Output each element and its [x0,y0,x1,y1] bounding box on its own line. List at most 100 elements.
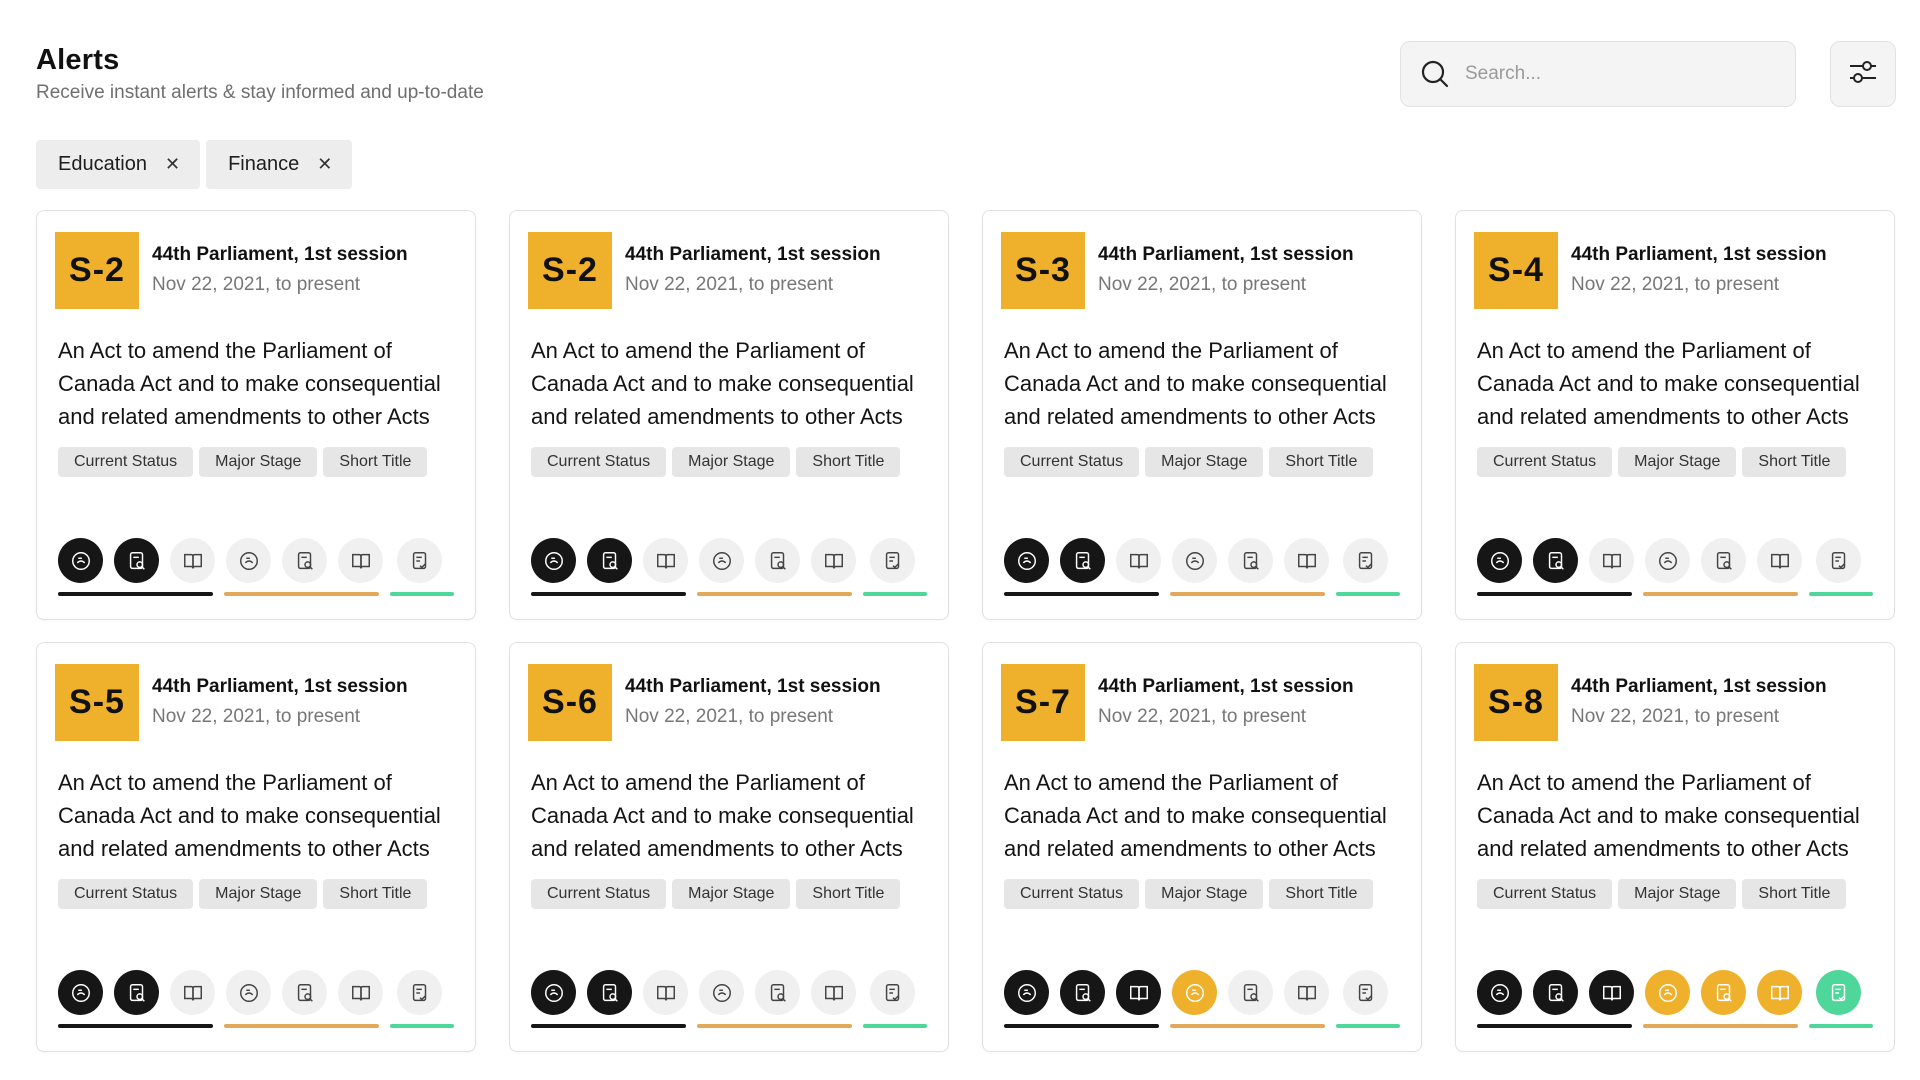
tag-current-status[interactable]: Current Status [1004,879,1140,909]
bill-card-s-3[interactable]: S-3 44th Parliament, 1st session Nov 22,… [982,210,1422,620]
book-icon[interactable] [1589,538,1634,583]
bill-card-s-5[interactable]: S-5 44th Parliament, 1st session Nov 22,… [36,642,476,1052]
stage-icons [1477,970,1872,1015]
tag-list: Current Status Major Stage Short Title [1004,879,1404,909]
document-search-icon[interactable] [282,538,327,583]
document-icon[interactable] [1004,970,1049,1015]
document-search-icon[interactable] [114,970,159,1015]
tag-current-status[interactable]: Current Status [1477,879,1613,909]
tag-short-title[interactable]: Short Title [323,447,428,477]
filter-settings-button[interactable] [1830,41,1896,107]
book-icon[interactable] [643,538,688,583]
tag-major-stage[interactable]: Major Stage [199,447,318,477]
progress-segment-senate [531,592,686,596]
bill-card-s-7[interactable]: S-7 44th Parliament, 1st session Nov 22,… [982,642,1422,1052]
book-icon[interactable] [1589,970,1634,1015]
book-icon[interactable] [170,970,215,1015]
document-icon[interactable] [58,970,103,1015]
document-icon[interactable] [1004,538,1049,583]
document-icon[interactable] [1645,970,1690,1015]
document-icon[interactable] [1172,538,1217,583]
document-search-icon[interactable] [1228,538,1273,583]
document-check-icon[interactable] [870,970,915,1015]
document-search-icon[interactable] [1533,970,1578,1015]
session-date: Nov 22, 2021, to present [1571,274,1780,295]
document-check-icon[interactable] [1816,538,1861,583]
book-icon[interactable] [811,970,856,1015]
book-icon[interactable] [1757,970,1802,1015]
document-icon[interactable] [58,538,103,583]
document-search-icon[interactable] [1228,970,1273,1015]
bill-number-badge: S-8 [1474,664,1558,741]
tag-short-title[interactable]: Short Title [1269,879,1374,909]
document-search-icon[interactable] [114,538,159,583]
tag-current-status[interactable]: Current Status [58,447,194,477]
tag-current-status[interactable]: Current Status [1004,447,1140,477]
document-search-icon[interactable] [1701,538,1746,583]
bill-card-s-8[interactable]: S-8 44th Parliament, 1st session Nov 22,… [1455,642,1895,1052]
close-icon[interactable]: ✕ [317,154,332,175]
close-icon[interactable]: ✕ [165,154,180,175]
document-icon[interactable] [699,970,744,1015]
book-icon[interactable] [170,538,215,583]
tag-short-title[interactable]: Short Title [1269,447,1374,477]
book-icon[interactable] [1116,970,1161,1015]
book-icon[interactable] [338,538,383,583]
tag-major-stage[interactable]: Major Stage [1145,447,1264,477]
document-icon[interactable] [226,970,271,1015]
document-check-icon[interactable] [1343,538,1388,583]
book-icon[interactable] [811,538,856,583]
book-icon[interactable] [1284,970,1329,1015]
document-search-icon[interactable] [282,970,327,1015]
bill-card-s-2[interactable]: S-2 44th Parliament, 1st session Nov 22,… [36,210,476,620]
document-search-icon[interactable] [587,970,632,1015]
document-search-icon[interactable] [755,970,800,1015]
document-search-icon[interactable] [755,538,800,583]
document-search-icon[interactable] [1701,970,1746,1015]
tag-current-status[interactable]: Current Status [58,879,194,909]
bill-card-s-4[interactable]: S-4 44th Parliament, 1st session Nov 22,… [1455,210,1895,620]
book-icon[interactable] [643,970,688,1015]
book-icon[interactable] [1757,538,1802,583]
document-check-icon[interactable] [870,538,915,583]
bill-card-s-6[interactable]: S-6 44th Parliament, 1st session Nov 22,… [509,642,949,1052]
document-search-icon[interactable] [1060,538,1105,583]
document-search-icon[interactable] [587,538,632,583]
search-input[interactable] [1465,63,1765,85]
document-icon[interactable] [1477,970,1522,1015]
document-check-icon[interactable] [1343,970,1388,1015]
book-icon[interactable] [338,970,383,1015]
tag-major-stage[interactable]: Major Stage [1618,447,1737,477]
document-icon[interactable] [1172,970,1217,1015]
tag-current-status[interactable]: Current Status [531,447,667,477]
tag-short-title[interactable]: Short Title [796,447,901,477]
tag-short-title[interactable]: Short Title [796,879,901,909]
document-icon[interactable] [226,538,271,583]
document-icon[interactable] [531,970,576,1015]
tag-major-stage[interactable]: Major Stage [199,879,318,909]
tag-current-status[interactable]: Current Status [531,879,667,909]
document-icon[interactable] [531,538,576,583]
book-icon[interactable] [1284,538,1329,583]
tag-list: Current Status Major Stage Short Title [58,879,458,909]
document-check-icon[interactable] [397,970,442,1015]
tag-short-title[interactable]: Short Title [1742,879,1847,909]
book-icon[interactable] [1116,538,1161,583]
document-icon[interactable] [699,538,744,583]
document-icon[interactable] [1645,538,1690,583]
document-icon[interactable] [1477,538,1522,583]
document-search-icon[interactable] [1060,970,1105,1015]
tag-major-stage[interactable]: Major Stage [672,447,791,477]
parliament-session: 44th Parliament, 1st session [1571,676,1827,697]
bill-card-s-2[interactable]: S-2 44th Parliament, 1st session Nov 22,… [509,210,949,620]
tag-short-title[interactable]: Short Title [323,879,428,909]
tag-short-title[interactable]: Short Title [1742,447,1847,477]
document-check-icon[interactable] [397,538,442,583]
search-box[interactable] [1400,41,1796,107]
tag-major-stage[interactable]: Major Stage [1618,879,1737,909]
tag-major-stage[interactable]: Major Stage [1145,879,1264,909]
document-search-icon[interactable] [1533,538,1578,583]
document-check-icon[interactable] [1816,970,1861,1015]
tag-major-stage[interactable]: Major Stage [672,879,791,909]
tag-current-status[interactable]: Current Status [1477,447,1613,477]
